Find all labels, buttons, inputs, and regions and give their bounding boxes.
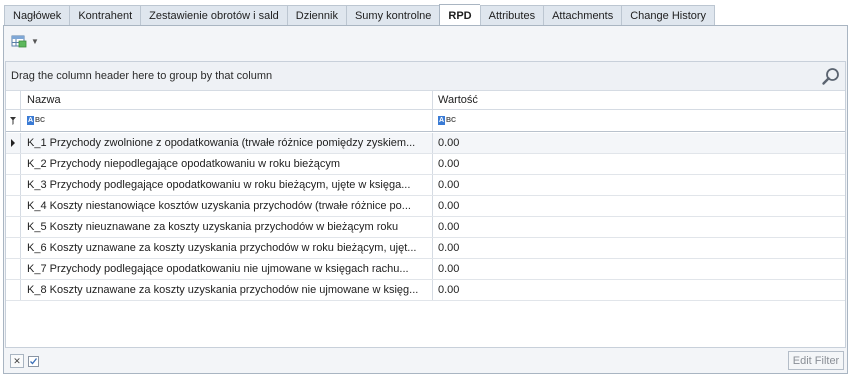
cell-nazwa-text: K_3 Przychody podlegające opodatkowaniu … (27, 179, 411, 191)
column-header-wartosc-label: Wartość (438, 94, 478, 106)
toolbar: ▼ (4, 26, 847, 56)
text-filter-icon: A BC (27, 116, 46, 125)
tab-rpd[interactable]: RPD (439, 4, 480, 26)
table-row[interactable]: K_3 Przychody podlegające opodatkowaniu … (6, 175, 845, 196)
filter-enabled-checkbox[interactable] (28, 355, 39, 367)
cell-nazwa[interactable]: K_8 Koszty uznawane za koszty uzyskania … (21, 280, 433, 300)
cell-nazwa[interactable]: K_1 Przychody zwolnione z opodatkowania … (21, 133, 433, 153)
row-indicator (6, 196, 21, 216)
table-row[interactable]: K_6 Koszty uznawane za koszty uzyskania … (6, 238, 845, 259)
table-row[interactable]: K_4 Koszty niestanowiące kosztów uzyskan… (6, 196, 845, 217)
cell-nazwa-text: K_8 Koszty uznawane za koszty uzyskania … (27, 284, 419, 296)
column-header-nazwa-label: Nazwa (27, 94, 61, 106)
tab-dziennik[interactable]: Dziennik (286, 5, 346, 26)
row-indicator (6, 154, 21, 174)
cell-wartosc[interactable]: 0.00 (433, 196, 845, 216)
tab-strip: Nagłówek Kontrahent Zestawienie obrotów i … (4, 4, 716, 26)
cell-nazwa-text: K_2 Przychody niepodlegające opodatkowan… (27, 158, 341, 170)
tab-zestawienie-obrot-w-i-sald[interactable]: Zestawienie obrotów i sald (140, 5, 287, 26)
edit-filter-button[interactable]: Edit Filter (788, 351, 844, 370)
cell-wartosc[interactable]: 0.00 (433, 280, 845, 300)
cell-nazwa[interactable]: K_5 Koszty nieuznawane za koszty uzyskan… (21, 217, 433, 237)
cell-nazwa-text: K_6 Koszty uznawane za koszty uzyskania … (27, 242, 417, 254)
cell-nazwa-text: K_4 Koszty niestanowiące kosztów uzyskan… (27, 200, 411, 212)
chevron-down-icon[interactable]: ▼ (30, 33, 40, 49)
cell-nazwa[interactable]: K_6 Koszty uznawane za koszty uzyskania … (21, 238, 433, 258)
auto-filter-row: A BC A BC (6, 110, 845, 132)
cell-nazwa[interactable]: K_7 Przychody podlegające opodatkowaniu … (21, 259, 433, 279)
filter-pin-icon (6, 110, 21, 131)
cell-wartosc[interactable]: 0.00 (433, 154, 845, 174)
tab-nag-wek[interactable]: Nagłówek (4, 5, 70, 26)
table-row[interactable]: K_7 Przychody podlegające opodatkowaniu … (6, 259, 845, 280)
text-filter-icon: A BC (438, 116, 457, 125)
column-header-wartosc[interactable]: Wartość (433, 91, 845, 109)
indicator-header (6, 91, 21, 109)
column-header-nazwa[interactable]: Nazwa (21, 91, 433, 109)
filter-bar: ✕ Edit Filter (4, 348, 847, 374)
row-indicator (6, 217, 21, 237)
table-row[interactable]: K_2 Przychody niepodlegające opodatkowan… (6, 154, 845, 175)
cell-nazwa-text: K_1 Przychody zwolnione z opodatkowania … (27, 137, 416, 149)
row-indicator (6, 280, 21, 300)
cell-nazwa-text: K_5 Koszty nieuznawane za koszty uzyskan… (27, 221, 399, 233)
filter-cell-wartosc[interactable]: A BC (433, 110, 845, 131)
tab-attributes[interactable]: Attributes (479, 5, 544, 26)
cell-nazwa-text: K_7 Przychody podlegające opodatkowaniu … (27, 263, 409, 275)
tab-attachments[interactable]: Attachments (543, 5, 622, 26)
row-indicator (6, 238, 21, 258)
table-row[interactable]: K_8 Koszty uznawane za koszty uzyskania … (6, 280, 845, 301)
cell-wartosc[interactable]: 0.00 (433, 238, 845, 258)
tab-change-history[interactable]: Change History (621, 5, 716, 26)
group-hint-text: Drag the column header here to group by … (11, 70, 273, 82)
grid-rows: K_1 Przychody zwolnione z opodatkowania … (6, 133, 845, 301)
rpd-panel: ▼ Drag the column header here to group b… (3, 25, 848, 374)
tab-kontrahent[interactable]: Kontrahent (69, 5, 141, 26)
table-row[interactable]: K_1 Przychody zwolnione z opodatkowania … (6, 133, 845, 154)
filter-cell-nazwa[interactable]: A BC (21, 110, 433, 131)
table-row[interactable]: K_5 Koszty nieuznawane za koszty uzyskan… (6, 217, 845, 238)
grid-export-icon[interactable] (10, 33, 28, 49)
row-indicator-arrow-icon (6, 133, 21, 153)
column-header-row: Nazwa Wartość (6, 91, 845, 110)
tab-sumy-kontrolne[interactable]: Sumy kontrolne (345, 5, 440, 26)
cell-nazwa[interactable]: K_3 Przychody podlegające opodatkowaniu … (21, 175, 433, 195)
cell-wartosc[interactable]: 0.00 (433, 133, 845, 153)
clear-filter-icon[interactable]: ✕ (10, 354, 24, 368)
row-indicator (6, 259, 21, 279)
cell-nazwa[interactable]: K_4 Koszty niestanowiące kosztów uzyskan… (21, 196, 433, 216)
data-grid: Drag the column header here to group by … (5, 61, 846, 348)
cell-nazwa[interactable]: K_2 Przychody niepodlegające opodatkowan… (21, 154, 433, 174)
row-indicator (6, 175, 21, 195)
search-icon[interactable] (821, 67, 841, 87)
cell-wartosc[interactable]: 0.00 (433, 259, 845, 279)
cell-wartosc[interactable]: 0.00 (433, 217, 845, 237)
cell-wartosc[interactable]: 0.00 (433, 175, 845, 195)
group-by-panel[interactable]: Drag the column header here to group by … (6, 62, 845, 91)
